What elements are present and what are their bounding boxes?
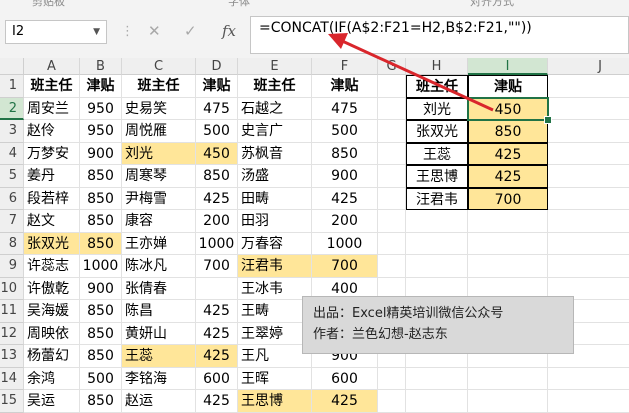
annotation-arrow [328,33,494,112]
arrow-shaft [339,38,494,112]
